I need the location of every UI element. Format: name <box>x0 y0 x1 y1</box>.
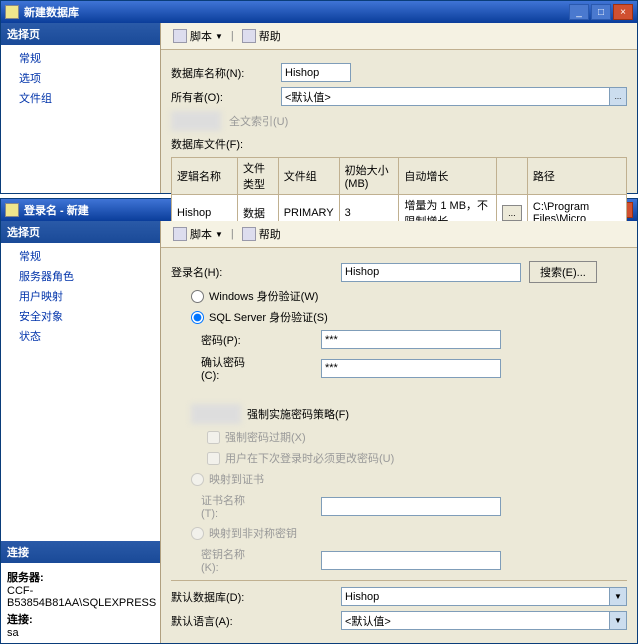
sqlauth-label: SQL Server 身份验证(S) <box>209 309 328 325</box>
sidebar: 选择页 常规 服务器角色 用户映射 安全对象 状态 连接 服务器: CCF-B5… <box>1 221 161 643</box>
sidebar-header: 选择页 <box>1 221 160 243</box>
new-login-window: 登录名 - 新建 _ □ × 选择页 常规 服务器角色 用户映射 安全对象 状态… <box>0 198 638 644</box>
fulltext-label: 全文索引(U) <box>229 113 288 129</box>
new-database-window: 新建数据库 _ □ × 选择页 常规 选项 文件组 脚本 ▼ | 帮助 数据库名… <box>0 0 638 194</box>
col-autogrow[interactable]: 自动增长 <box>399 158 497 195</box>
mapkey-label: 映射到非对称密钥 <box>209 525 297 541</box>
mustchange-checkbox <box>207 452 220 465</box>
keyname-input <box>321 551 501 570</box>
password-label: 密码(P): <box>171 332 261 348</box>
sidebar-header: 选择页 <box>1 23 160 45</box>
toolbar: 脚本 ▼ | 帮助 <box>161 221 637 248</box>
certname-input <box>321 497 501 516</box>
enforce-policy-label: 强制实施密码策略(F) <box>247 406 349 422</box>
window-title: 新建数据库 <box>24 4 569 20</box>
script-icon <box>173 29 187 43</box>
db-icon <box>5 5 19 19</box>
script-button[interactable]: 脚本 ▼ <box>169 225 227 243</box>
connection-panel: 连接 服务器: CCF-B53854B81AA\SQLEXPRESS 连接: s… <box>1 541 160 643</box>
sidebar-item-general[interactable]: 常规 <box>1 246 160 266</box>
winauth-label: Windows 身份验证(W) <box>209 288 318 304</box>
close-button[interactable]: × <box>613 4 633 20</box>
script-icon <box>173 227 187 241</box>
col-filetype[interactable]: 文件类型 <box>238 158 279 195</box>
server-value: CCF-B53854B81AA\SQLEXPRESS <box>7 585 154 609</box>
help-button[interactable]: 帮助 <box>238 27 285 45</box>
login-icon <box>5 203 19 217</box>
dbname-label: 数据库名称(N): <box>171 65 281 81</box>
col-filegroup[interactable]: 文件组 <box>278 158 339 195</box>
help-icon <box>242 29 256 43</box>
connection-header: 连接 <box>1 541 160 563</box>
loginname-input[interactable] <box>341 263 521 282</box>
dropdown-icon[interactable]: ▼ <box>610 587 627 606</box>
col-btn <box>496 158 527 195</box>
mapcert-radio <box>191 473 204 486</box>
mustchange-label: 用户在下次登录时必须更改密码(U) <box>225 450 394 466</box>
sidebar-item-general[interactable]: 常规 <box>1 48 160 68</box>
main-panel: 脚本 ▼ | 帮助 数据库名称(N): 所有者(O): ... 全文索引(U) … <box>161 23 637 193</box>
certname-label: 证书名称(T): <box>171 492 261 520</box>
mapkey-radio <box>191 527 204 540</box>
sqlauth-radio[interactable] <box>191 311 204 324</box>
confirm-password-input[interactable] <box>321 359 501 378</box>
sidebar-item-usermapping[interactable]: 用户映射 <box>1 286 160 306</box>
winauth-radio[interactable] <box>191 290 204 303</box>
maximize-button[interactable]: □ <box>591 4 611 20</box>
server-label: 服务器: <box>7 569 154 585</box>
password-input[interactable] <box>321 330 501 349</box>
mapcert-label: 映射到证书 <box>209 471 264 487</box>
sidebar: 选择页 常规 选项 文件组 <box>1 23 161 193</box>
defaultdb-select[interactable] <box>341 587 610 606</box>
owner-label: 所有者(O): <box>171 89 281 105</box>
blurred-area <box>191 404 241 424</box>
expire-checkbox <box>207 431 220 444</box>
owner-browse-button[interactable]: ... <box>610 87 627 106</box>
connection-label: 连接: <box>7 611 154 627</box>
dropdown-icon[interactable]: ▼ <box>610 611 627 630</box>
blurred-area <box>171 111 221 131</box>
script-button[interactable]: 脚本 ▼ <box>169 27 227 45</box>
sidebar-item-options[interactable]: 选项 <box>1 68 160 88</box>
dbname-input[interactable] <box>281 63 351 82</box>
expire-label: 强制密码过期(X) <box>225 429 306 445</box>
help-icon <box>242 227 256 241</box>
defaultlang-label: 默认语言(A): <box>171 613 341 629</box>
titlebar[interactable]: 新建数据库 _ □ × <box>1 1 637 23</box>
col-logicalname[interactable]: 逻辑名称 <box>172 158 238 195</box>
minimize-button[interactable]: _ <box>569 4 589 20</box>
defaultlang-select[interactable] <box>341 611 610 630</box>
sidebar-item-filegroups[interactable]: 文件组 <box>1 88 160 108</box>
connection-value: sa <box>7 627 154 639</box>
toolbar: 脚本 ▼ | 帮助 <box>161 23 637 50</box>
main-panel: 脚本 ▼ | 帮助 登录名(H): 搜索(E)... Windows 身份验证(… <box>161 221 637 643</box>
sidebar-item-securables[interactable]: 安全对象 <box>1 306 160 326</box>
search-button[interactable]: 搜索(E)... <box>529 261 597 283</box>
owner-input[interactable] <box>281 87 610 106</box>
sidebar-item-serverroles[interactable]: 服务器角色 <box>1 266 160 286</box>
confirm-password-label: 确认密码(C): <box>171 354 261 382</box>
col-initsize[interactable]: 初始大小(MB) <box>339 158 399 195</box>
defaultdb-label: 默认数据库(D): <box>171 589 341 605</box>
loginname-label: 登录名(H): <box>171 264 281 280</box>
growth-edit-button[interactable]: ... <box>502 205 522 221</box>
keyname-label: 密钥名称(K): <box>171 546 261 574</box>
sidebar-item-status[interactable]: 状态 <box>1 326 160 346</box>
help-button[interactable]: 帮助 <box>238 225 285 243</box>
files-label: 数据库文件(F): <box>171 136 281 152</box>
col-path[interactable]: 路径 <box>527 158 626 195</box>
